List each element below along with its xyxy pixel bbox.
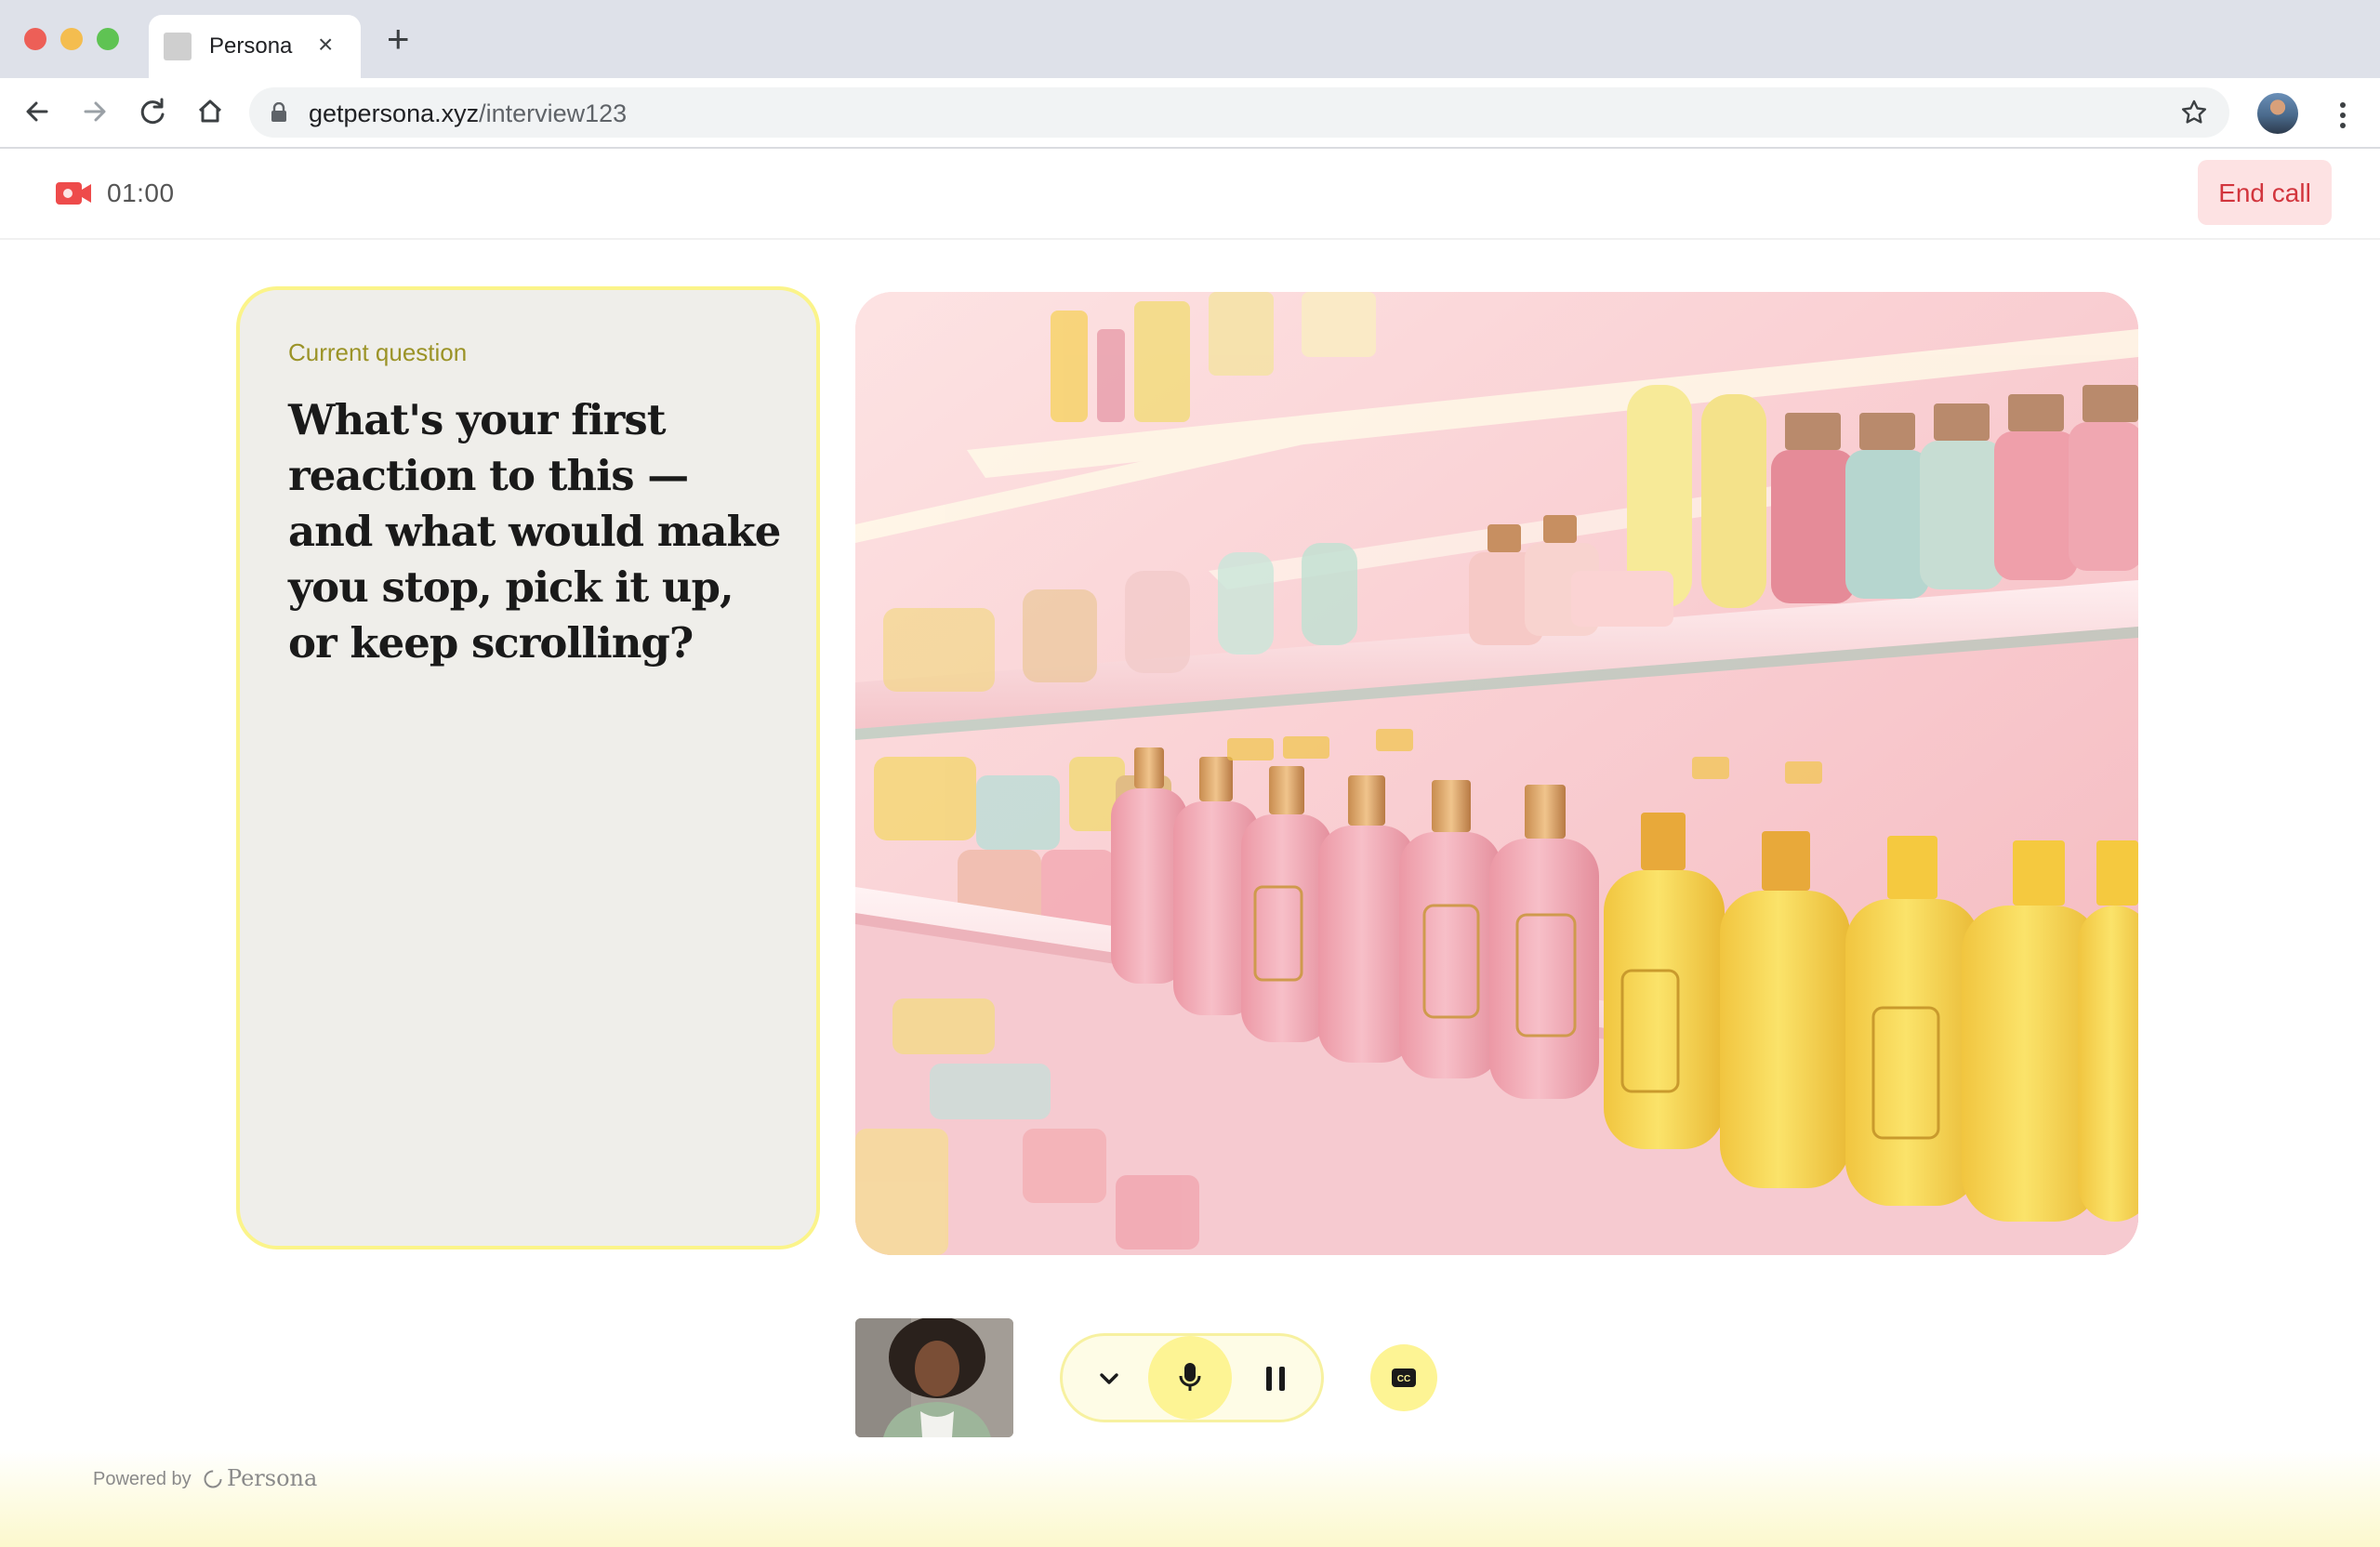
- lock-icon: [271, 102, 286, 122]
- microphone-button[interactable]: [1148, 1336, 1232, 1420]
- powered-by-label: Powered by: [93, 1469, 192, 1489]
- profile-avatar[interactable]: [2257, 93, 2298, 134]
- svg-text:CC: CC: [1397, 1374, 1410, 1384]
- pause-icon[interactable]: [1262, 1364, 1289, 1394]
- tab-title: Persona: [209, 33, 293, 59]
- tab-close-icon[interactable]: ×: [318, 30, 333, 60]
- address-bar[interactable]: getpersona.xyz/interview123: [249, 87, 2229, 138]
- minimize-window-button[interactable]: [60, 28, 83, 50]
- new-tab-button[interactable]: +: [387, 20, 410, 59]
- video-record-icon: [56, 182, 91, 205]
- home-icon[interactable]: [192, 93, 229, 130]
- chevron-down-icon[interactable]: [1094, 1364, 1124, 1394]
- brand-name: Persona: [227, 1465, 318, 1491]
- call-controls: [1060, 1333, 1324, 1422]
- url-host: getpersona.xyz: [309, 99, 480, 127]
- persona-logo-icon: [204, 1470, 222, 1488]
- url-text[interactable]: getpersona.xyz/interview123: [309, 99, 627, 128]
- stimulus-image: [855, 292, 2138, 1255]
- persona-brand[interactable]: Persona: [203, 1465, 317, 1491]
- call-header: 01:00 End call: [0, 149, 2380, 240]
- forward-arrow-icon[interactable]: [76, 93, 113, 130]
- browser-tab-bar: Persona × +: [0, 0, 2380, 78]
- maximize-window-button[interactable]: [97, 28, 119, 50]
- footer-gradient: [0, 1450, 2380, 1547]
- participant-video: [855, 1318, 1013, 1437]
- close-window-button[interactable]: [24, 28, 46, 50]
- question-card: Current question What's your first react…: [236, 286, 820, 1250]
- bookmark-star-icon[interactable]: [2179, 98, 2209, 127]
- closed-captions-icon: CC: [1392, 1368, 1416, 1387]
- browser-tab[interactable]: Persona ×: [149, 15, 361, 78]
- call-timer: 01:00: [107, 178, 175, 207]
- favicon-icon: [164, 33, 192, 60]
- kebab-menu-icon[interactable]: [2326, 97, 2360, 134]
- question-text: What's your first reaction to this — and…: [288, 395, 781, 668]
- microphone-icon: [1179, 1363, 1201, 1391]
- browser-toolbar: getpersona.xyz/interview123: [0, 78, 2380, 149]
- url-path: /interview123: [479, 99, 628, 127]
- closed-captions-button[interactable]: CC: [1370, 1344, 1437, 1411]
- end-call-button[interactable]: End call: [2198, 160, 2332, 225]
- reload-icon[interactable]: [134, 93, 171, 130]
- back-arrow-icon[interactable]: [19, 93, 56, 130]
- question-label: Current question: [288, 338, 468, 366]
